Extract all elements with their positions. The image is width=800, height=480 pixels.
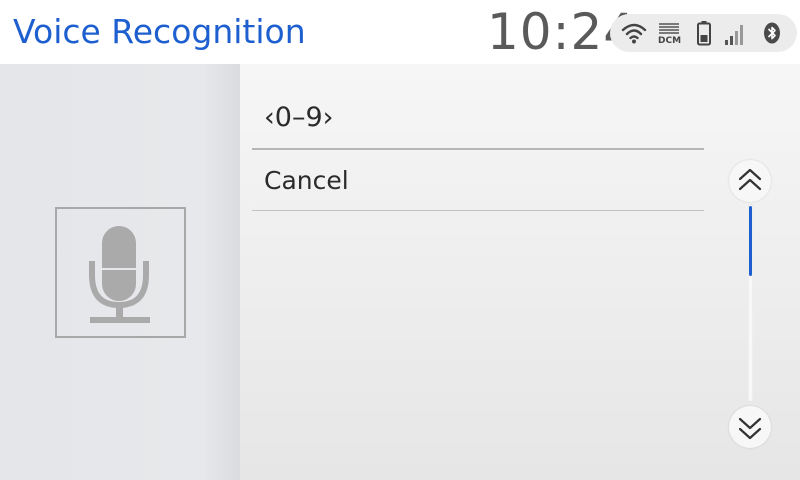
command-list-panel: ‹0–9› Cancel — [240, 64, 800, 480]
bluetooth-icon — [760, 14, 784, 56]
page-title: Voice Recognition — [13, 12, 306, 51]
scroll-up-button[interactable] — [729, 160, 771, 202]
voice-status-panel — [0, 64, 240, 480]
list-item-label: Cancel — [264, 166, 349, 195]
wifi-icon — [620, 14, 648, 56]
scrollbar-thumb[interactable] — [749, 206, 752, 276]
header-bar: Voice Recognition 10:24 DCM — [0, 0, 800, 64]
microphone-icon — [57, 209, 184, 340]
scrollbar-track[interactable] — [748, 204, 753, 402]
double-chevron-up-icon — [729, 160, 771, 206]
list-item-label: ‹0–9› — [264, 102, 334, 133]
phone-battery-icon — [694, 14, 714, 56]
dcm-label: DCM — [658, 36, 682, 46]
status-bar: DCM — [610, 14, 797, 52]
signal-icon — [723, 14, 747, 56]
scroll-down-button[interactable] — [729, 406, 771, 448]
double-chevron-down-icon — [729, 406, 771, 452]
microphone-indicator — [55, 207, 186, 338]
list-item-cancel[interactable]: Cancel — [252, 148, 704, 211]
dcm-icon: DCM — [655, 14, 683, 52]
list-item-digits[interactable]: ‹0–9› — [252, 64, 704, 150]
